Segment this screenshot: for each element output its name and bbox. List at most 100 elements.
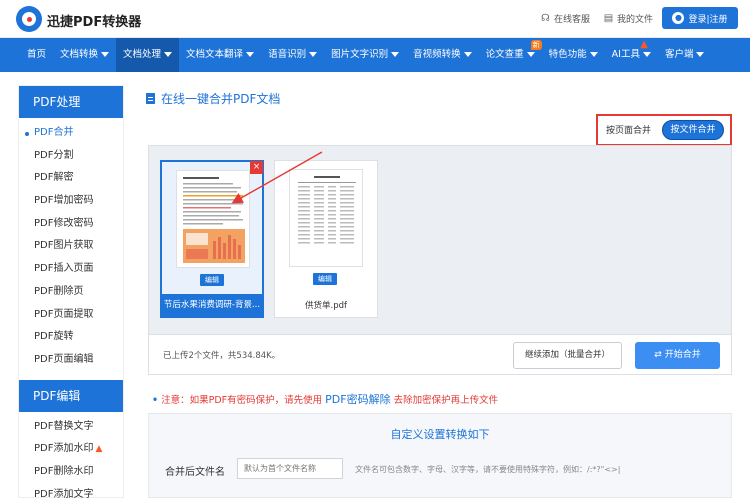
nav-item[interactable]: 图片文字识别 bbox=[324, 38, 406, 72]
sidebar-item[interactable]: PDF旋转 bbox=[19, 326, 123, 349]
sidebar-item[interactable]: PDF解密 bbox=[19, 167, 123, 190]
fire-icon: ▲ bbox=[640, 39, 648, 50]
my-files-link[interactable]: ▤ 我的文件 bbox=[603, 12, 653, 25]
file-thumbnail bbox=[176, 170, 250, 268]
customer-service-label: 在线客服 bbox=[554, 15, 591, 25]
brand-name[interactable]: 迅捷PDF转换器 bbox=[47, 11, 141, 30]
remove-file-icon[interactable]: × bbox=[250, 161, 263, 174]
nav-item[interactable]: 文档转换 bbox=[53, 38, 116, 72]
notice-suffix: 去除加密保护再上传文件 bbox=[393, 395, 499, 406]
new-badge: 新 bbox=[530, 40, 542, 50]
sidebar-item[interactable]: PDF修改密码 bbox=[19, 213, 123, 236]
top-header: 迅捷PDF转换器 ☊ 在线客服 ▤ 我的文件 ● 登录|注册 bbox=[0, 0, 750, 38]
nav-item[interactable]: 论文查重新 bbox=[479, 38, 542, 72]
fire-icon: ▲ bbox=[95, 444, 103, 455]
merge-by-file-button[interactable]: 按文件合并 bbox=[662, 120, 724, 140]
sidebar-item[interactable]: PDF删除水印 bbox=[19, 461, 123, 484]
customer-service-link[interactable]: ☊ 在线客服 bbox=[540, 12, 590, 25]
sidebar-item[interactable]: PDF添加文字 bbox=[19, 484, 123, 498]
sidebar-item-label: PDF旋转 bbox=[34, 331, 74, 343]
edit-file-button[interactable]: 编辑 bbox=[200, 274, 224, 286]
file-icon: ▤ bbox=[603, 13, 614, 24]
sidebar: PDF处理 PDF合并 PDF分割 PDF解密 PDF增加密码 PDF修改密码 PDF图片… bbox=[18, 85, 124, 498]
filename-hint: 文件名可包含数字、字母、汉字等，请不要使用特殊字符，例如：/:*?"<>| bbox=[355, 465, 621, 474]
sidebar-item-label: PDF修改密码 bbox=[34, 217, 94, 229]
sidebar-item-label: PDF分割 bbox=[34, 149, 74, 161]
logo-icon[interactable] bbox=[16, 6, 42, 32]
notice-prefix: 注意：如果PDF有密码保护，请先使用 bbox=[161, 395, 323, 406]
file-thumbnail bbox=[289, 169, 363, 267]
nav-item[interactable]: 特色功能 bbox=[542, 38, 605, 72]
sidebar-item-label: PDF替换文字 bbox=[34, 420, 94, 432]
chevron-down-icon bbox=[101, 52, 110, 57]
nav-item-label: 音视频转换 bbox=[413, 49, 461, 60]
nav-item[interactable]: 文档文本翻译 bbox=[179, 38, 261, 72]
sidebar-item-label: PDF添加文字 bbox=[34, 488, 94, 498]
nav-item[interactable]: 语音识别 bbox=[261, 38, 324, 72]
sidebar-item-label: PDF解密 bbox=[34, 172, 74, 184]
document-icon bbox=[146, 93, 155, 104]
sidebar-item[interactable]: PDF添加水印 ▲ bbox=[19, 438, 123, 461]
page-title: 在线一键合并PDF文档 bbox=[146, 90, 280, 107]
file-card[interactable]: 编辑 供货单.pdf bbox=[274, 160, 378, 318]
start-merge-button[interactable]: ⇄ 开始合并 bbox=[635, 342, 720, 369]
merge-by-page-option[interactable]: 按页面合并 bbox=[606, 123, 651, 136]
nav-item-label: 文档转换 bbox=[60, 49, 99, 60]
nav-item-label: 图片文字识别 bbox=[331, 49, 389, 60]
sidebar-item-label: PDF删除水印 bbox=[34, 465, 94, 477]
chevron-down-icon bbox=[642, 52, 651, 57]
nav-item-label: 论文查重 bbox=[485, 49, 524, 60]
chevron-down-icon bbox=[246, 52, 255, 57]
nav-item-label: 文档文本翻译 bbox=[186, 49, 244, 60]
file-name: 节后水果消费调研-背景... bbox=[162, 294, 262, 316]
nav-item[interactable]: 文档处理 bbox=[116, 38, 180, 72]
output-filename-input[interactable] bbox=[237, 458, 343, 479]
sidebar-item-label: PDF页面编辑 bbox=[34, 353, 94, 365]
my-files-label: 我的文件 bbox=[617, 15, 654, 25]
sidebar-item[interactable]: PDF删除页 bbox=[19, 281, 123, 304]
sidebar-section-pdf-processing: PDF处理 bbox=[19, 86, 123, 118]
file-card[interactable]: × 编辑 节后水果消费调研-背景... bbox=[160, 160, 264, 318]
settings-title: 自定义设置转换如下 bbox=[390, 428, 490, 441]
sidebar-item-label: PDF合并 bbox=[34, 127, 74, 138]
chevron-down-icon bbox=[589, 52, 598, 57]
nav-item[interactable]: AI工具 ▲ bbox=[605, 38, 658, 72]
sidebar-item[interactable]: PDF图片获取 bbox=[19, 235, 123, 258]
nav-item[interactable]: 客户端 bbox=[658, 38, 712, 72]
nav-item[interactable]: 音视频转换 bbox=[406, 38, 479, 72]
nav-item-label: 客户端 bbox=[664, 49, 694, 60]
sidebar-section-pdf-editing: PDF编辑 bbox=[19, 379, 123, 412]
chevron-down-icon bbox=[463, 52, 472, 57]
nav-item[interactable]: 首页 bbox=[20, 38, 53, 72]
chevron-down-icon bbox=[391, 52, 400, 57]
sidebar-item[interactable]: PDF合并 bbox=[19, 122, 123, 145]
chevron-down-icon bbox=[164, 52, 173, 57]
headset-icon: ☊ bbox=[541, 13, 550, 24]
swap-icon: ⇄ bbox=[654, 350, 665, 360]
nav-item-label: AI工具 bbox=[611, 49, 640, 60]
sidebar-item-label: PDF删除页 bbox=[34, 285, 84, 297]
custom-settings-panel: 自定义设置转换如下 合并后文件名 文件名可包含数字、字母、汉字等，请不要使用特殊… bbox=[148, 413, 732, 498]
notice-bullet: • bbox=[152, 395, 159, 406]
login-register-button[interactable]: ● 登录|注册 bbox=[662, 7, 738, 29]
page-title-text: 在线一键合并PDF文档 bbox=[161, 92, 281, 106]
pdf-password-remove-link[interactable]: PDF密码解除 bbox=[325, 393, 390, 406]
sidebar-item[interactable]: PDF页面编辑 bbox=[19, 349, 123, 372]
sidebar-item[interactable]: PDF替换文字 bbox=[19, 416, 123, 439]
sidebar-item[interactable]: PDF分割 bbox=[19, 145, 123, 168]
add-more-files-button[interactable]: 继续添加（批量合并） bbox=[513, 342, 622, 369]
file-upload-area[interactable]: × 编辑 节后水果消费调研-背景... 编辑 供货单.pdf bbox=[148, 145, 732, 335]
user-icon: ● bbox=[672, 12, 685, 24]
sidebar-item-label: PDF页面提取 bbox=[34, 308, 94, 320]
merge-mode-selector: 按页面合并 按文件合并 bbox=[596, 114, 732, 146]
nav-item-label: 文档处理 bbox=[123, 49, 162, 60]
sidebar-item[interactable]: PDF插入页面 bbox=[19, 258, 123, 281]
output-filename-label: 合并后文件名 bbox=[165, 467, 225, 478]
upload-status-text: 已上传2个文件，共534.84K。 bbox=[163, 351, 281, 361]
nav-item-label: 语音识别 bbox=[268, 49, 307, 60]
chevron-down-icon bbox=[309, 52, 318, 57]
sidebar-item[interactable]: PDF页面提取 bbox=[19, 304, 123, 327]
sidebar-item[interactable]: PDF增加密码 bbox=[19, 190, 123, 213]
edit-file-button[interactable]: 编辑 bbox=[313, 273, 337, 285]
sidebar-item-label: PDF图片获取 bbox=[34, 240, 94, 252]
